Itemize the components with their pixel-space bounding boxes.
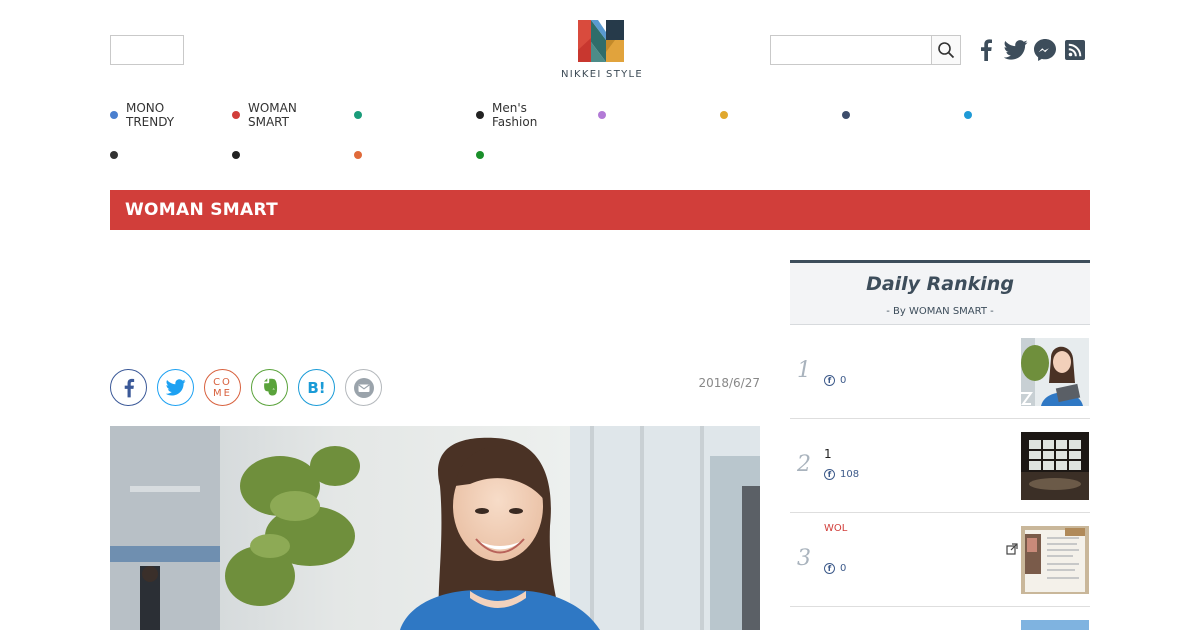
facebook-icon: [124, 378, 134, 397]
ranking-title: Daily Ranking: [866, 273, 1014, 295]
come-label: CO ME: [213, 376, 232, 399]
messenger-icon: [1034, 39, 1056, 61]
category-dot-icon: [232, 151, 240, 159]
category-dot-icon: [232, 111, 240, 119]
twitter-icon: [165, 379, 186, 396]
come-share-button[interactable]: CO ME: [204, 369, 241, 406]
category-item[interactable]: [110, 140, 232, 170]
twitter-link[interactable]: [1004, 38, 1028, 62]
facebook-icon: [981, 39, 992, 61]
category-dot-icon: [354, 111, 362, 119]
category-item[interactable]: [354, 100, 476, 130]
mail-share-button[interactable]: [345, 369, 382, 406]
facebook-count-value: 108: [840, 469, 860, 480]
external-link-icon: [1006, 543, 1018, 555]
category-dot-icon: [964, 111, 972, 119]
rank-number: 3: [797, 546, 811, 571]
category-dot-icon: [720, 111, 728, 119]
category-dot-icon: [476, 151, 484, 159]
nikkei-style-logo[interactable]: NIKKEI STYLE: [556, 18, 648, 84]
category-item[interactable]: [964, 100, 1086, 130]
facebook-share-button[interactable]: [110, 369, 147, 406]
section-banner: WOMAN SMART: [110, 190, 1090, 230]
category-dot-icon: [476, 111, 484, 119]
ranking-thumbnail: [1021, 338, 1089, 406]
category-item[interactable]: [598, 100, 720, 130]
rank-number: 1: [797, 358, 811, 383]
rss-icon: [1065, 40, 1085, 60]
search-box: [770, 35, 961, 65]
hatena-bookmark-icon: B!: [307, 378, 326, 397]
ranking-header: Daily Ranking - By WOMAN SMART -: [790, 260, 1090, 325]
ranking-item[interactable]: 2 1 f 108: [790, 419, 1090, 513]
ranking-item[interactable]: 3 WOL f 0: [790, 513, 1090, 607]
logo-mark-icon: [578, 20, 624, 62]
hatena-bookmark-share-button[interactable]: B!: [298, 369, 335, 406]
facebook-icon: f: [824, 469, 835, 480]
article-hero-image: [110, 426, 760, 630]
rank-number: 2: [797, 452, 811, 477]
category-label: MONO TRENDY: [126, 101, 175, 129]
rss-link[interactable]: [1063, 38, 1087, 62]
ranking-tag: WOL: [824, 523, 848, 534]
ranking-thumbnail: [1021, 526, 1089, 594]
ranking-thumbnail: [1021, 432, 1089, 500]
facebook-count: f 0: [824, 375, 846, 386]
facebook-icon: f: [824, 375, 835, 386]
mail-icon: [353, 377, 374, 398]
facebook-count: f 108: [824, 469, 859, 480]
evernote-share-button[interactable]: [251, 369, 288, 406]
category-item[interactable]: WOMAN SMART: [232, 100, 354, 130]
category-item[interactable]: [720, 100, 842, 130]
header-left-box[interactable]: [110, 35, 184, 65]
category-item[interactable]: [354, 140, 476, 170]
category-dot-icon: [110, 151, 118, 159]
search-button[interactable]: [931, 35, 961, 65]
facebook-count-value: 0: [840, 563, 847, 574]
ranking-subtitle: - By WOMAN SMART -: [886, 306, 994, 317]
facebook-count: f 0: [824, 563, 846, 574]
facebook-link[interactable]: [974, 38, 998, 62]
category-label: Men's Fashion: [492, 101, 538, 129]
category-nav: MONO TRENDY WOMAN SMART Men's Fashion: [110, 96, 1090, 170]
section-title[interactable]: WOMAN SMART: [125, 190, 278, 230]
evernote-icon: [263, 377, 277, 395]
category-item[interactable]: Men's Fashion: [476, 100, 598, 130]
category-dot-icon: [110, 111, 118, 119]
ranking-item[interactable]: 1 f 0: [790, 325, 1090, 419]
ranking-text: 1: [824, 447, 832, 461]
category-item[interactable]: MONO TRENDY: [110, 100, 232, 130]
category-dot-icon: [354, 151, 362, 159]
category-item[interactable]: [232, 140, 354, 170]
category-item[interactable]: [842, 100, 964, 130]
daily-ranking: Daily Ranking - By WOMAN SMART - 1 f 0 2…: [790, 260, 1090, 630]
facebook-icon: f: [824, 563, 835, 574]
category-item[interactable]: [476, 140, 598, 170]
category-label: WOMAN SMART: [248, 101, 297, 129]
ranking-thumbnail-partial: [1021, 620, 1089, 630]
twitter-share-button[interactable]: [157, 369, 194, 406]
logo-text: NIKKEI STYLE: [560, 69, 644, 80]
site-header: NIKKEI STYLE: [0, 0, 1200, 90]
facebook-count-value: 0: [840, 375, 847, 386]
search-input[interactable]: [771, 36, 932, 64]
category-dot-icon: [598, 111, 606, 119]
category-dot-icon: [842, 111, 850, 119]
twitter-icon: [1004, 40, 1028, 60]
search-icon: [938, 42, 955, 59]
article-date: 2018/6/27: [698, 376, 760, 390]
messenger-link[interactable]: [1033, 38, 1057, 62]
